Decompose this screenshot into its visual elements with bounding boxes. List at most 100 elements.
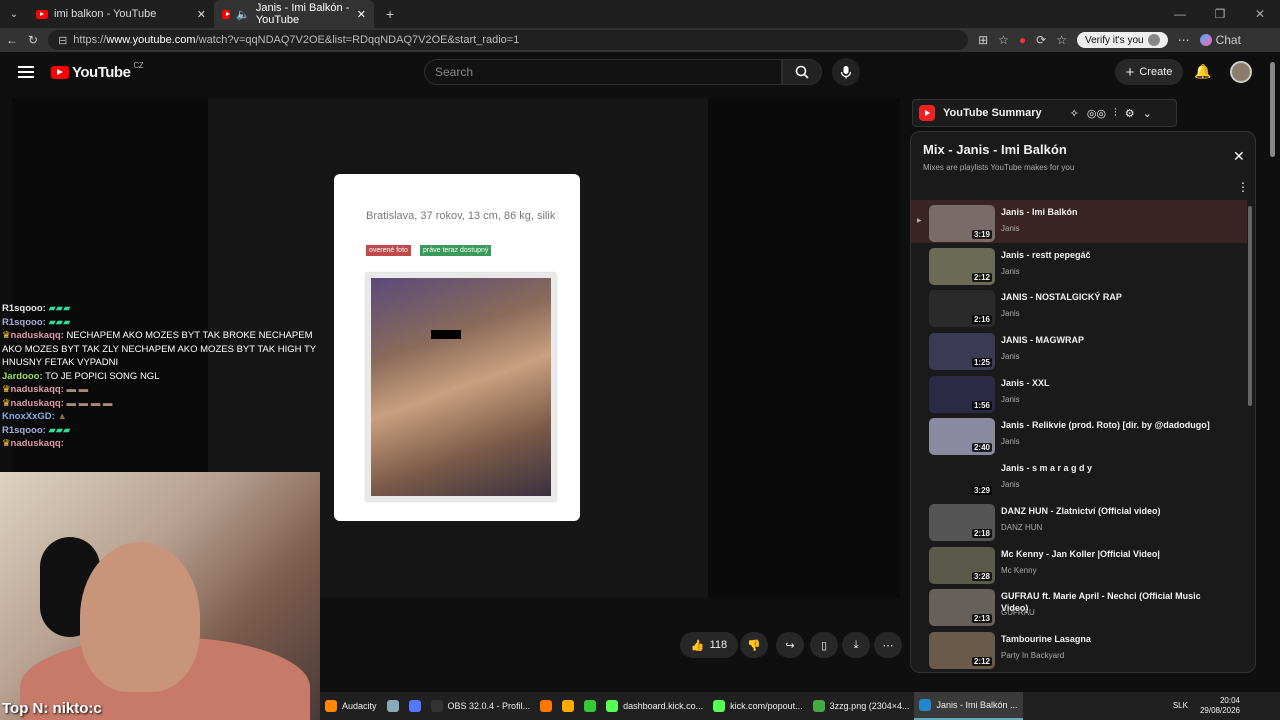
back-icon[interactable]: ← xyxy=(6,33,18,47)
taskbar-app-button[interactable]: kick.com/popout... xyxy=(708,692,808,720)
video-channel[interactable]: DANZ HUN xyxy=(1001,523,1042,532)
video-channel[interactable]: GUFRAU xyxy=(1001,608,1035,617)
tab-imi-balkon[interactable]: imi balkon - YouTube ✕ xyxy=(28,0,214,28)
playlist-item[interactable]: 2:13 GUFRAU ft. Marie April - Nechci (Off… xyxy=(911,584,1247,627)
playlist-item[interactable]: 2:18 DANZ HUN - Zlatnictví (Official vide… xyxy=(911,499,1247,542)
taskbar-app-button[interactable]: OBS 32.0.4 - Profil... xyxy=(426,692,536,720)
tab-janis-imi-balkon[interactable]: 🔈 Janis - Imi Balkón - YouTube ✕ xyxy=(214,0,374,28)
glasses-icon[interactable]: ◎◎ xyxy=(1087,107,1106,120)
video-title[interactable]: JANIS - MAGWRAP xyxy=(1001,334,1211,346)
video-thumbnail[interactable]: 2:13 xyxy=(929,589,995,627)
voice-search-button[interactable] xyxy=(832,58,860,86)
video-channel[interactable]: Janis xyxy=(1001,352,1020,361)
download-button[interactable]: ⤓ xyxy=(842,632,870,658)
verify-button[interactable]: Verify it's you xyxy=(1076,32,1168,48)
favorites-icon[interactable]: ☆ xyxy=(1056,33,1067,47)
video-channel[interactable]: Mc Kenny xyxy=(1001,566,1037,575)
video-title[interactable]: Janis - restt pepegáč xyxy=(1001,249,1211,261)
url-field[interactable]: ⊟ https://www.youtube.com/watch?v=qqNDAQ… xyxy=(48,30,969,50)
video-title[interactable]: Janis - Imi Balkón xyxy=(1001,206,1211,218)
video-channel[interactable]: Janis xyxy=(1001,267,1020,276)
speaker-icon[interactable]: 🔈 xyxy=(236,8,250,21)
taskbar-app-button[interactable]: Janis - Imi Balkón ... xyxy=(914,692,1023,720)
video-title[interactable]: JANIS - NOSTALGICKÝ RAP xyxy=(1001,291,1211,303)
reload-icon[interactable]: ↻ xyxy=(28,33,38,47)
video-title[interactable]: DANZ HUN - Zlatnictví (Official video) xyxy=(1001,505,1211,517)
hamburger-menu-icon[interactable] xyxy=(18,66,34,78)
chevron-down-icon[interactable]: ⌄ xyxy=(1143,107,1152,120)
settings-gear-icon[interactable]: ⚙ xyxy=(1125,107,1135,120)
close-tab-icon[interactable]: ✕ xyxy=(197,8,206,21)
dislike-button[interactable]: 👎 xyxy=(740,632,768,658)
playlist-item[interactable]: 1:25 JANIS - MAGWRAP Janis xyxy=(911,328,1247,371)
video-thumbnail[interactable]: 2:18 xyxy=(929,503,995,541)
video-thumbnail[interactable]: 3:19 xyxy=(929,205,995,242)
bookmark-star-icon[interactable]: ☆ xyxy=(998,33,1009,47)
search-input[interactable]: Search xyxy=(424,59,782,85)
youtube-logo[interactable]: YouTube CZ xyxy=(51,61,144,81)
tab-list-icon[interactable]: ⌄ xyxy=(0,9,28,20)
share-button[interactable]: ↪ xyxy=(776,632,804,658)
panel-scrollbar[interactable] xyxy=(1248,206,1252,406)
video-channel[interactable]: Janis xyxy=(1001,224,1020,233)
new-tab-icon[interactable]: + xyxy=(386,6,394,22)
video-title[interactable]: Janis - XXL xyxy=(1001,377,1211,389)
video-thumbnail[interactable]: 2:12 xyxy=(929,247,995,285)
minimize-icon[interactable]: — xyxy=(1160,7,1200,21)
search-button[interactable] xyxy=(782,59,822,85)
video-thumbnail[interactable]: 2:12 xyxy=(929,631,995,669)
video-thumbnail[interactable]: 1:25 xyxy=(929,333,995,371)
save-button[interactable]: ▯ xyxy=(810,632,838,658)
playlist-item[interactable]: 1:56 Janis - XXL Janis xyxy=(911,371,1247,414)
video-thumbnail[interactable]: 3:29 xyxy=(929,461,995,499)
account-avatar[interactable] xyxy=(1230,61,1252,83)
video-thumbnail[interactable]: 3:28 xyxy=(929,546,995,584)
video-thumbnail[interactable]: 2:16 xyxy=(929,290,995,328)
taskbar-app-button[interactable]: Audacity xyxy=(320,692,382,720)
restore-icon[interactable]: ❐ xyxy=(1200,7,1240,21)
playlist-item[interactable]: 3:28 Mc Kenny - Jan Koller |Official Vide… xyxy=(911,542,1247,585)
site-info-icon[interactable]: ⊟ xyxy=(58,34,67,47)
taskbar-app-button[interactable] xyxy=(579,692,601,720)
close-tab-icon[interactable]: ✕ xyxy=(357,8,366,21)
video-channel[interactable]: Janis xyxy=(1001,480,1020,489)
youtube-summary-bar[interactable]: YouTube Summary ✧ ◎◎ ⫶ ⚙ ⌄ xyxy=(912,99,1177,127)
taskbar-app-button[interactable] xyxy=(382,692,404,720)
copilot-chat-button[interactable]: Chat xyxy=(1199,33,1241,47)
taskbar-app-button[interactable] xyxy=(404,692,426,720)
taskbar-app-button[interactable]: 3zzg.png (2304×4... xyxy=(808,692,915,720)
more-icon[interactable]: ⋯ xyxy=(1178,33,1190,47)
language-indicator[interactable]: SLK xyxy=(1173,701,1188,710)
page-scrollbar[interactable] xyxy=(1270,62,1275,157)
extension-red-icon[interactable]: ● xyxy=(1019,33,1026,47)
close-icon[interactable]: ✕ xyxy=(1233,148,1245,165)
taskbar-app-button[interactable]: dashboard.kick.co... xyxy=(601,692,708,720)
playlist-item[interactable]: 2:40 Janis - Relikvie (prod. Roto) [dir. … xyxy=(911,413,1247,456)
playlist-item[interactable]: 2:12 Tambourine Lasagna Party In Backyard xyxy=(911,627,1247,670)
more-vertical-icon[interactable]: ⋮ xyxy=(1237,180,1249,194)
apps-icon[interactable]: ⊞ xyxy=(978,33,988,47)
video-channel[interactable]: Janis xyxy=(1001,309,1020,318)
taskbar-app-button[interactable] xyxy=(535,692,557,720)
video-channel[interactable]: Party In Backyard xyxy=(1001,651,1064,660)
system-tray[interactable]: SLK 20:04 29/08/2026 xyxy=(1173,696,1280,716)
create-button[interactable]: + Create xyxy=(1115,59,1183,85)
taskbar-app-button[interactable] xyxy=(557,692,579,720)
video-channel[interactable]: Janis xyxy=(1001,437,1020,446)
playlist-item[interactable]: 2:12 Janis - restt pepegáč Janis xyxy=(911,243,1247,286)
playlist-item[interactable]: 3:29 Janis - s m a r a g d y Janis xyxy=(911,456,1247,499)
video-title[interactable]: Mc Kenny - Jan Koller |Official Video| xyxy=(1001,548,1211,560)
like-button[interactable]: 👍 118 xyxy=(680,632,738,658)
notifications-bell-icon[interactable]: 🔔 xyxy=(1194,63,1211,80)
video-title[interactable]: Janis - s m a r a g d y xyxy=(1001,462,1211,474)
video-channel[interactable]: Janis xyxy=(1001,395,1020,404)
extension-icon[interactable]: ⟳ xyxy=(1036,33,1046,47)
video-thumbnail[interactable]: 2:40 xyxy=(929,418,995,456)
close-window-icon[interactable]: ✕ xyxy=(1240,7,1280,21)
video-thumbnail[interactable]: 1:56 xyxy=(929,375,995,413)
video-title[interactable]: Janis - Relikvie (prod. Roto) [dir. by @… xyxy=(1001,419,1211,431)
sparkle-icon[interactable]: ✧ xyxy=(1070,107,1079,120)
playlist-item[interactable]: ▶ 3:19 Janis - Imi Balkón Janis xyxy=(911,200,1247,243)
video-title[interactable]: Tambourine Lasagna xyxy=(1001,633,1211,645)
audio-wave-icon[interactable]: ⫶ xyxy=(1114,107,1117,120)
